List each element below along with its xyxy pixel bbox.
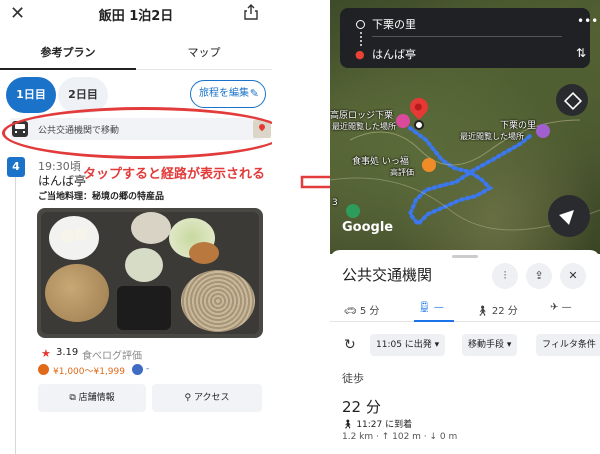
navigation-icon[interactable] bbox=[548, 195, 590, 237]
mode-transit-label: — bbox=[433, 302, 444, 313]
mode-flight-label: — bbox=[561, 302, 572, 313]
pickles-dish bbox=[125, 248, 163, 282]
access-button[interactable]: ⚲ アクセス bbox=[152, 384, 262, 412]
food-tray-image bbox=[41, 212, 259, 334]
hotel-poi-icon[interactable] bbox=[396, 114, 410, 128]
origin-circle-icon bbox=[356, 20, 365, 29]
maps-screen: ● 下栗の里 はんば亭 ••• ⇅ 高原ロッジ下栗 最近閲覧した場所 下栗の里 … bbox=[330, 0, 600, 454]
map-label-village-sub: 最近閲覧した場所 bbox=[460, 132, 524, 141]
map-label-number: 3 bbox=[332, 198, 338, 208]
food-photo[interactable] bbox=[37, 208, 263, 338]
night-price: - bbox=[146, 364, 150, 374]
route-dots-icon bbox=[360, 32, 362, 46]
shop-info-button[interactable]: ⧉ 店舗情報 bbox=[38, 384, 146, 412]
google-logo: Google bbox=[342, 220, 394, 235]
directions-sheet: 公共交通機関 ⫶ ⇪ ✕ 🚗︎ 5 分 🚆︎ — 🚶︎ 22 分 ✈ — ↻ 1… bbox=[330, 250, 600, 454]
pencil-icon: ✎ bbox=[249, 87, 259, 100]
map-view[interactable]: ● 下栗の里 はんば亭 ••• ⇅ 高原ロッジ下栗 最近閲覧した場所 下栗の里 … bbox=[330, 0, 600, 254]
top-bar: ✕ 飯田 1泊2日 bbox=[0, 0, 272, 30]
current-stop-icon bbox=[414, 120, 424, 130]
sheet-grip[interactable] bbox=[452, 255, 478, 258]
route-duration[interactable]: 22 分 bbox=[342, 396, 381, 417]
map-label-restaurant[interactable]: 食事処 いっ福 bbox=[352, 154, 409, 167]
plane-icon: ✈ bbox=[550, 302, 559, 313]
side-dish bbox=[131, 212, 171, 244]
trip-plan-screen: ✕ 飯田 1泊2日 参考プラン マップ 1日目 2日目 旅程を編集 ✎ 公共交通… bbox=[0, 0, 272, 454]
external-link-icon: ⧉ bbox=[69, 393, 79, 403]
rating-source: 食べログ評価 bbox=[82, 351, 142, 362]
highlight-ellipse bbox=[2, 107, 272, 159]
price-range: ¥1,000〜¥1,999 bbox=[53, 367, 125, 377]
destination-input[interactable]: はんば亭 bbox=[372, 46, 416, 62]
mode-transit[interactable]: 🚆︎ — bbox=[418, 302, 444, 313]
mode-walk-label: 22 分 bbox=[491, 306, 518, 317]
refresh-icon[interactable]: ↻ bbox=[344, 337, 356, 353]
origin-input[interactable]: 下栗の里 bbox=[372, 16, 416, 32]
page-title: 飯田 1泊2日 bbox=[98, 9, 174, 24]
map-label-restaurant-sub: 高評価 bbox=[390, 168, 414, 177]
annotation-text: タップすると経路が表示される bbox=[83, 167, 266, 182]
close-icon[interactable]: ✕ bbox=[560, 263, 586, 289]
walk-icon: 🚶︎ bbox=[342, 420, 354, 430]
walk-icon: 🚶︎ bbox=[476, 306, 489, 317]
arrival-time: 11:27 に到着 bbox=[356, 420, 413, 430]
map-label-lodge-sub: 最近閲覧した場所 bbox=[332, 122, 396, 131]
tab-indicator bbox=[0, 68, 136, 70]
divider bbox=[372, 36, 562, 37]
map-label-lodge[interactable]: 高原ロッジ下栗 bbox=[330, 108, 393, 121]
night-price-icon bbox=[132, 364, 143, 375]
tab-plan[interactable]: 参考プラン bbox=[0, 44, 136, 60]
depart-time-chip[interactable]: 11:05 に出発 ▾ bbox=[370, 334, 446, 356]
soba-bowl bbox=[181, 270, 255, 332]
screenshot-root: ✕ 飯田 1泊2日 参考プラン マップ 1日目 2日目 旅程を編集 ✎ 公共交通… bbox=[0, 0, 600, 454]
day-1-button[interactable]: 1日目 bbox=[6, 77, 56, 113]
step-number-badge: 4 bbox=[7, 157, 25, 177]
settings-sliders-icon[interactable]: ⫶ bbox=[492, 263, 518, 289]
timeline-line bbox=[15, 164, 16, 454]
attraction-poi-icon[interactable] bbox=[536, 124, 550, 138]
destination-pin-icon: ● bbox=[355, 48, 365, 61]
mode-flight[interactable]: ✈ — bbox=[550, 302, 572, 313]
share-icon[interactable]: ⇪ bbox=[526, 263, 552, 289]
edit-itinerary-label: 旅程を編集 bbox=[199, 88, 249, 99]
share-icon[interactable] bbox=[244, 4, 258, 20]
mode-drive-label: 5 分 bbox=[359, 306, 380, 317]
rating-value: 3.19 bbox=[56, 347, 79, 358]
croquette bbox=[189, 242, 219, 264]
price-dot-icon bbox=[38, 364, 51, 375]
more-options-icon[interactable]: ••• bbox=[577, 14, 598, 28]
travel-mode-tabs: 🚗︎ 5 分 🚆︎ — 🚶︎ 22 分 ✈ — bbox=[330, 296, 600, 322]
route-stats: 1.2 km · ↑ 102 m · ↓ 0 m bbox=[342, 432, 458, 442]
star-icon: ★ bbox=[41, 347, 51, 360]
black-box-dish bbox=[117, 286, 171, 330]
mode-walk[interactable]: 🚶︎ 22 分 bbox=[476, 302, 518, 317]
tab-map[interactable]: マップ bbox=[136, 44, 272, 60]
access-label: アクセス bbox=[193, 393, 230, 403]
shop-info-label: 店舗情報 bbox=[78, 393, 115, 403]
edit-itinerary-button[interactable]: 旅程を編集 ✎ bbox=[190, 80, 266, 108]
park-poi-icon[interactable] bbox=[346, 204, 360, 218]
restaurant-poi-icon[interactable] bbox=[422, 158, 436, 172]
transport-chip[interactable]: 移動手段 ▾ bbox=[462, 334, 518, 356]
layers-icon[interactable] bbox=[556, 84, 588, 116]
swap-icon[interactable]: ⇅ bbox=[576, 46, 586, 60]
mode-drive[interactable]: 🚗︎ 5 分 bbox=[344, 302, 379, 317]
car-icon: 🚗︎ bbox=[344, 306, 357, 317]
tofu-bowl bbox=[49, 216, 99, 260]
map-label-village[interactable]: 下栗の里 bbox=[500, 118, 536, 131]
step-note: ご当地料理：秘境の郷の特産品 bbox=[38, 192, 165, 202]
walk-section-heading: 徒歩 bbox=[342, 372, 364, 385]
step-place-name[interactable]: はんば亭 bbox=[38, 172, 86, 189]
location-pin-icon: ⚲ bbox=[184, 393, 194, 403]
mode-indicator bbox=[414, 320, 454, 322]
tab-bar: 参考プラン マップ bbox=[0, 38, 272, 70]
train-icon: 🚆︎ bbox=[418, 302, 431, 313]
arrival-row: 🚶︎ 11:27 に到着 bbox=[342, 417, 412, 430]
directions-search-card: ● 下栗の里 はんば亭 ••• ⇅ bbox=[340, 8, 598, 68]
sheet-title: 公共交通機関 bbox=[342, 266, 433, 284]
filter-chip[interactable]: フィルタ条件 bbox=[536, 334, 600, 356]
rice-bowl bbox=[45, 264, 109, 322]
